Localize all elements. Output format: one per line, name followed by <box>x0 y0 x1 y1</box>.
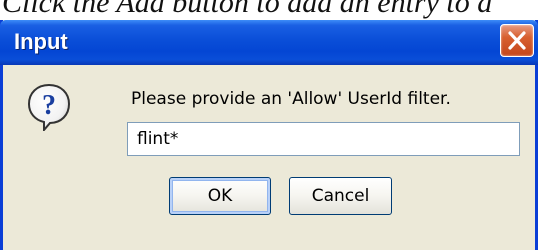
screenshot: Click the Add button to add an entry to … <box>0 0 538 250</box>
userid-filter-input[interactable]: flint* <box>127 122 520 156</box>
question-icon: ? <box>27 83 71 131</box>
svg-text:?: ? <box>42 90 56 121</box>
cancel-button[interactable]: Cancel <box>289 177 392 215</box>
background-caption: Click the Add button to add an entry to … <box>2 0 493 19</box>
title-bar[interactable]: Input <box>0 20 538 65</box>
close-icon <box>508 31 526 50</box>
ok-button[interactable]: OK <box>169 177 271 215</box>
dialog-body: ? Please provide an 'Allow' UserId filte… <box>3 65 535 250</box>
close-button[interactable] <box>500 24 534 57</box>
prompt-label: Please provide an 'Allow' UserId filter. <box>131 89 451 109</box>
input-dialog: Input ? Please provide an 'Allow' UserId… <box>0 20 538 250</box>
dialog-title: Input <box>14 29 68 54</box>
